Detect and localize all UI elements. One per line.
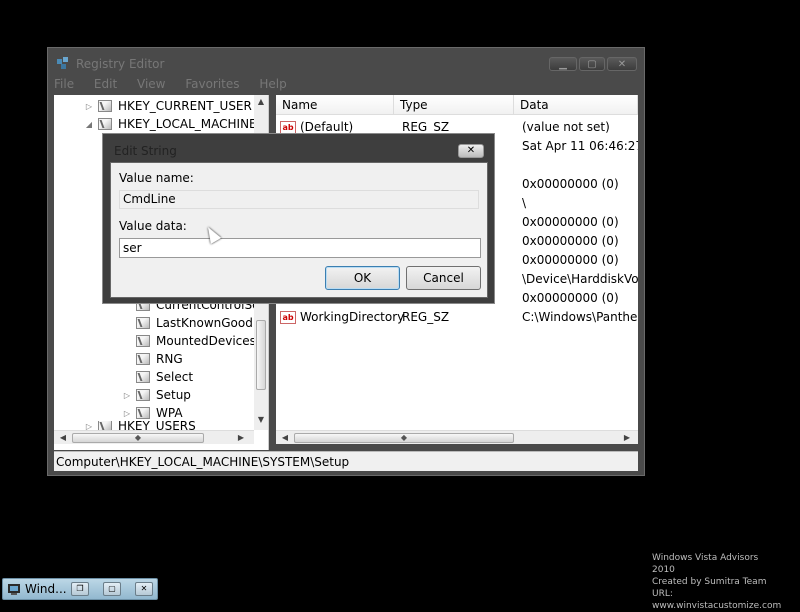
scroll-right-arrow-icon[interactable]: ▶ xyxy=(620,431,634,445)
registry-key-icon xyxy=(136,389,150,401)
tree-item-label: HKEY_LOCAL_MACHINE xyxy=(118,117,257,131)
menu-bar: File Edit View Favorites Help xyxy=(54,77,638,93)
registry-key-icon xyxy=(136,317,150,329)
close-button[interactable]: ✕ xyxy=(607,57,637,71)
taskbar-registry-item[interactable]: Wind... ❐ ▢ ✕ xyxy=(2,578,158,600)
registry-key-icon xyxy=(136,371,150,383)
cancel-button[interactable]: Cancel xyxy=(406,266,481,290)
value-name-cell[interactable]: ab WorkingDirectory xyxy=(280,310,404,324)
scroll-right-arrow-icon[interactable]: ▶ xyxy=(234,431,248,445)
value-data-cell: 0x00000000 (0) xyxy=(522,177,619,191)
value-data-cell: 0x00000000 (0) xyxy=(522,215,619,229)
value-data-cell: 0x00000000 (0) xyxy=(522,253,619,267)
tree-item-hkcu[interactable]: ▷ HKEY_CURRENT_USER xyxy=(84,97,252,115)
value-data-input[interactable] xyxy=(119,238,481,258)
expand-icon[interactable]: ▷ xyxy=(84,102,94,111)
scroll-left-arrow-icon[interactable]: ◀ xyxy=(56,431,70,445)
column-header-name[interactable]: Name xyxy=(276,95,394,115)
value-name-cell[interactable]: ab (Default) xyxy=(280,120,353,134)
status-bar: Computer\HKEY_LOCAL_MACHINE\SYSTEM\Setup xyxy=(54,451,638,471)
value-type-cell: REG_SZ xyxy=(402,120,450,134)
scroll-thumb[interactable] xyxy=(256,320,266,390)
tree-item-label: LastKnownGoodR xyxy=(156,316,262,330)
watermark-line: Created by Sumitra Team xyxy=(652,577,767,587)
value-name-text: (Default) xyxy=(300,120,354,134)
dialog-close-button[interactable]: ✕ xyxy=(458,144,484,158)
tree-item-rng[interactable]: RNG xyxy=(122,350,183,368)
value-data-cell: Sat Apr 11 06:46:27 20 xyxy=(522,139,638,153)
edit-string-dialog[interactable]: Edit String ✕ Value name: CmdLine Value … xyxy=(102,133,495,304)
scroll-thumb[interactable]: ◆ xyxy=(294,433,514,443)
value-data-cell: 0x00000000 (0) xyxy=(522,291,619,305)
close-icon[interactable]: ✕ xyxy=(135,582,153,596)
column-header-type[interactable]: Type xyxy=(394,95,514,115)
taskbar-item-label: Wind... xyxy=(25,582,67,596)
watermark: Windows Vista Advisors 2010 Created by S… xyxy=(652,552,782,612)
registry-editor-icon xyxy=(7,582,21,596)
tree-item-label: HKEY_CURRENT_USER xyxy=(118,99,252,113)
registry-editor-icon xyxy=(56,55,70,69)
tree-item-label: MountedDevices xyxy=(156,334,256,348)
menu-file[interactable]: File xyxy=(54,77,74,91)
watermark-line: URL: www.winvistacustomize.com xyxy=(652,589,782,611)
menu-view[interactable]: View xyxy=(137,77,165,91)
expand-icon[interactable]: ▷ xyxy=(122,409,132,418)
restore-icon[interactable]: ❐ xyxy=(71,582,89,596)
dialog-title: Edit String xyxy=(114,144,177,158)
tree-item-wpa[interactable]: ▷ WPA xyxy=(122,404,183,422)
tree-item-label: WPA xyxy=(156,406,183,420)
tree-item-setup[interactable]: ▷ Setup xyxy=(122,386,191,404)
tree-item-label: Setup xyxy=(156,388,191,402)
menu-favorites[interactable]: Favorites xyxy=(185,77,239,91)
minimize-button[interactable]: ▁ xyxy=(549,57,577,71)
expand-icon[interactable]: ▷ xyxy=(122,391,132,400)
string-value-icon: ab xyxy=(280,311,296,324)
value-name-field: CmdLine xyxy=(119,190,479,209)
menu-help[interactable]: Help xyxy=(259,77,286,91)
maximize-button[interactable]: ▢ xyxy=(579,57,605,71)
value-type-cell: REG_SZ xyxy=(402,310,450,324)
value-name-text: WorkingDirectory xyxy=(300,310,405,324)
registry-key-icon xyxy=(136,407,150,419)
menu-edit[interactable]: Edit xyxy=(94,77,117,91)
column-header-data[interactable]: Data xyxy=(514,95,638,115)
watermark-line: Windows Vista Advisors 2010 xyxy=(652,553,759,575)
maximize-icon[interactable]: ▢ xyxy=(103,582,121,596)
tree-item-hklm[interactable]: ◢ HKEY_LOCAL_MACHINE xyxy=(84,115,257,133)
value-data-cell: C:\Windows\Panther xyxy=(522,310,638,324)
value-data-cell: 0x00000000 (0) xyxy=(522,234,619,248)
tree-item-select[interactable]: Select xyxy=(122,368,193,386)
registry-key-icon xyxy=(98,118,112,130)
dialog-body: Value name: CmdLine Value data: OK Cance… xyxy=(110,162,488,298)
ok-button[interactable]: OK xyxy=(325,266,400,290)
tree-item-label: RNG xyxy=(156,352,183,366)
scroll-up-arrow-icon[interactable]: ▲ xyxy=(254,95,268,109)
window-title: Registry Editor xyxy=(76,57,165,71)
value-data-cell: \ xyxy=(522,196,527,210)
value-data-cell: \Device\HarddiskVolu xyxy=(522,272,638,286)
registry-key-icon xyxy=(136,335,150,347)
scroll-left-arrow-icon[interactable]: ◀ xyxy=(278,431,292,445)
scroll-down-arrow-icon[interactable]: ▼ xyxy=(254,413,268,427)
scroll-thumb[interactable]: ◆ xyxy=(72,433,204,443)
tree-item-mounteddevices[interactable]: MountedDevices xyxy=(122,332,256,350)
registry-key-icon xyxy=(136,353,150,365)
value-name-label: Value name: xyxy=(119,171,194,185)
registry-key-icon xyxy=(98,100,112,112)
list-horizontal-scrollbar[interactable]: ◀ ◆ ▶ xyxy=(276,430,638,444)
value-data-cell: (value not set) xyxy=(522,120,610,134)
tree-item-lastknowngood[interactable]: LastKnownGoodR xyxy=(122,314,261,332)
value-data-label: Value data: xyxy=(119,219,187,233)
collapse-icon[interactable]: ◢ xyxy=(84,120,94,129)
tree-horizontal-scrollbar[interactable]: ◀ ◆ ▶ xyxy=(54,430,254,444)
tree-item-label: Select xyxy=(156,370,194,384)
